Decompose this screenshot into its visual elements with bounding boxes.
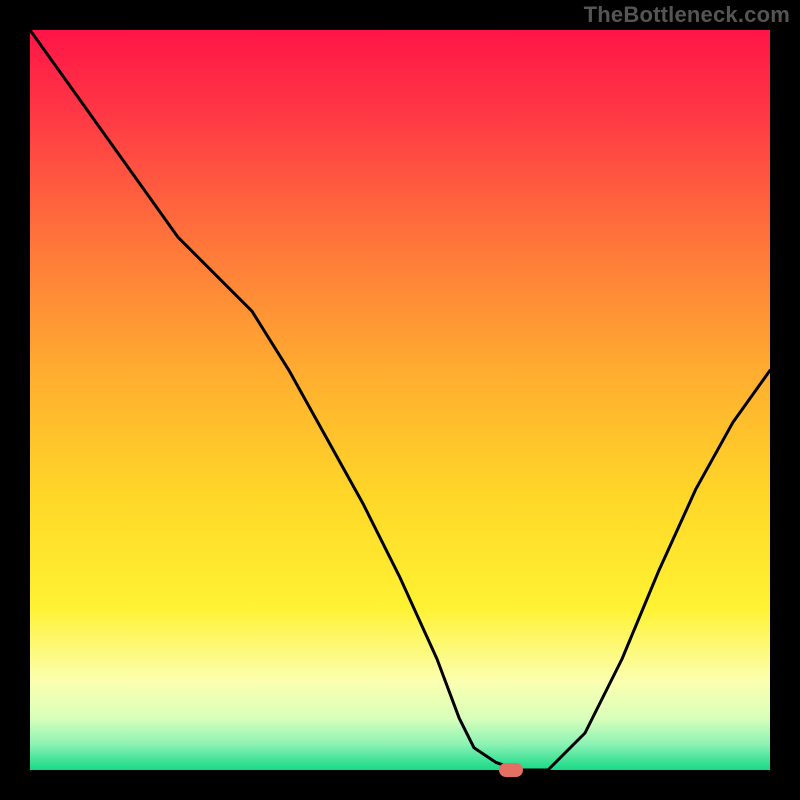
watermark-text: TheBottleneck.com (584, 2, 790, 28)
plot-svg (30, 30, 770, 770)
chart-container: TheBottleneck.com (0, 0, 800, 800)
plot-area (30, 30, 770, 770)
gradient-background (30, 30, 770, 770)
minimum-marker (499, 763, 523, 777)
